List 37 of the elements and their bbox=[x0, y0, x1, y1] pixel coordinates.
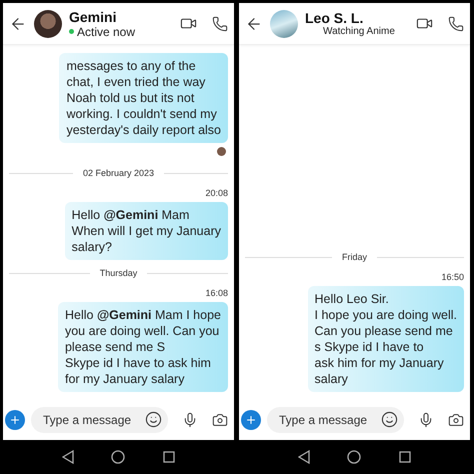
emoji-icon[interactable] bbox=[381, 411, 398, 428]
contact-name: Gemini bbox=[69, 8, 118, 24]
date-divider: 02 February 2023 bbox=[82, 168, 154, 178]
call-icon[interactable] bbox=[212, 16, 228, 32]
recents-nav-icon[interactable] bbox=[399, 451, 412, 463]
home-nav-icon[interactable] bbox=[347, 450, 362, 464]
seen-avatar-icon bbox=[217, 147, 226, 156]
recents-nav-icon[interactable] bbox=[163, 451, 176, 463]
back-nav-icon[interactable] bbox=[62, 450, 74, 464]
message-field[interactable]: Type a message bbox=[267, 407, 404, 433]
message-time: 20:08 bbox=[205, 188, 228, 198]
contact-status: Active now bbox=[77, 24, 136, 38]
message-bubble: messages to any of the chat, I even tried the way Noah told us but its not working. I couldn't send my yesterday's daily report also bbox=[59, 53, 228, 143]
message-time: 16:08 bbox=[205, 288, 228, 298]
message-time: 16:50 bbox=[441, 272, 464, 282]
call-icon[interactable] bbox=[448, 16, 464, 32]
camera-icon[interactable] bbox=[212, 412, 228, 428]
contact-status: Watching Anime bbox=[322, 26, 395, 37]
contact-name: Leo S. L. bbox=[305, 10, 364, 26]
message-field[interactable]: Type a message bbox=[31, 407, 168, 433]
camera-icon[interactable] bbox=[448, 412, 464, 428]
add-button[interactable] bbox=[5, 410, 25, 430]
avatar[interactable] bbox=[34, 10, 62, 38]
emoji-icon[interactable] bbox=[145, 411, 162, 428]
plus-icon bbox=[245, 414, 257, 426]
microphone-icon[interactable] bbox=[182, 412, 198, 428]
home-nav-icon[interactable] bbox=[111, 450, 126, 464]
back-nav-icon[interactable] bbox=[298, 450, 310, 464]
microphone-icon[interactable] bbox=[418, 412, 434, 428]
message-bubble: Hello @Gemini Mam When will I get my January salary? bbox=[64, 202, 228, 260]
plus-icon bbox=[9, 414, 21, 426]
date-divider: Friday bbox=[342, 252, 368, 262]
add-button[interactable] bbox=[241, 410, 261, 430]
message-bubble: Hello Leo Sir. I hope you are doing well. Can you please send me s Skype id I have to ask him for my January salary bbox=[308, 286, 464, 392]
date-divider: Thursday bbox=[100, 268, 138, 278]
online-dot-icon bbox=[69, 29, 74, 34]
message-bubble: Hello @Gemini Mam I hope you are doing well. Can you please send me S Skype id I have to ask him for my January salary bbox=[58, 302, 228, 392]
